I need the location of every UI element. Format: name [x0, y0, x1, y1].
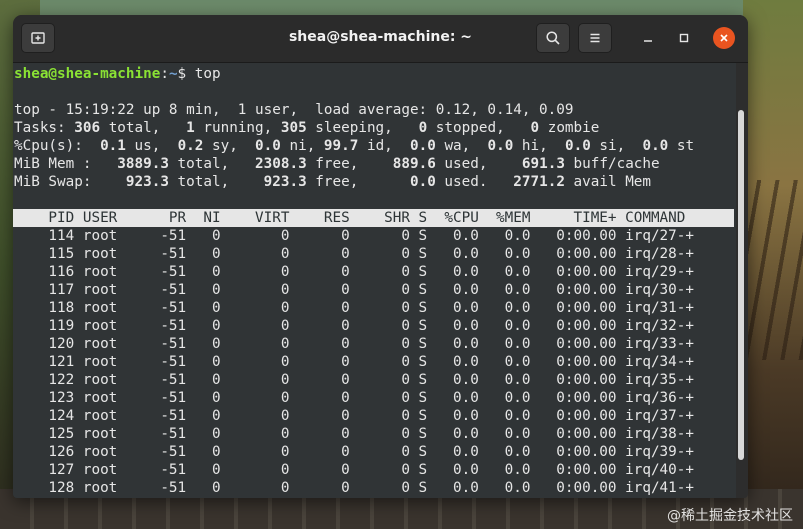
- prompt-user-host: shea@shea-machine: [14, 66, 161, 82]
- maximize-icon: [679, 33, 689, 43]
- table-row: 120 root -51 0 0 0 0 S 0.0 0.0 0:00.00 i…: [14, 336, 694, 352]
- table-row: 117 root -51 0 0 0 0 S 0.0 0.0 0:00.00 i…: [14, 282, 694, 298]
- table-row: 122 root -51 0 0 0 0 S 0.0 0.0 0:00.00 i…: [14, 372, 694, 388]
- hamburger-menu-icon: [590, 33, 600, 43]
- table-row: 119 root -51 0 0 0 0 S 0.0 0.0 0:00.00 i…: [14, 318, 694, 334]
- close-button[interactable]: [713, 27, 735, 49]
- process-table-header: PID USER PR NI VIRT RES SHR S %CPU %MEM …: [13, 209, 734, 227]
- maximize-button[interactable]: [673, 27, 695, 49]
- table-row: 124 root -51 0 0 0 0 S 0.0 0.0 0:00.00 i…: [14, 408, 694, 424]
- prompt-command: top: [194, 66, 221, 82]
- cpu-line: %Cpu(s): 0.1 us, 0.2 sy, 0.0 ni, 99.7 id…: [14, 138, 695, 154]
- table-row: 128 root -51 0 0 0 0 S 0.0 0.0 0:00.00 i…: [14, 480, 694, 496]
- search-icon: [546, 31, 560, 45]
- prompt-path: ~: [168, 66, 178, 82]
- background-bridge-rail: [743, 180, 803, 360]
- process-table-body: 114 root -51 0 0 0 0 S 0.0 0.0 0:00.00 i…: [13, 227, 736, 497]
- desktop-background: shea@shea-machine: ~ shea@shea-machine:~…: [0, 0, 803, 529]
- prompt-symbol: $: [177, 66, 187, 82]
- table-row: 121 root -51 0 0 0 0 S 0.0 0.0 0:00.00 i…: [14, 354, 694, 370]
- table-row: 118 root -51 0 0 0 0 S 0.0 0.0 0:00.00 i…: [14, 300, 694, 316]
- menu-button[interactable]: [578, 23, 612, 53]
- minimize-icon: [644, 40, 652, 42]
- table-row: 115 root -51 0 0 0 0 S 0.0 0.0 0:00.00 i…: [14, 246, 694, 262]
- terminal-window: shea@shea-machine: ~ shea@shea-machine:~…: [13, 15, 748, 498]
- top-uptime-line: top - 15:19:22 up 8 min, 1 user, load av…: [14, 102, 574, 118]
- table-row: 126 root -51 0 0 0 0 S 0.0 0.0 0:00.00 i…: [14, 444, 694, 460]
- table-row: 116 root -51 0 0 0 0 S 0.0 0.0 0:00.00 i…: [14, 264, 694, 280]
- prompt-line: shea@shea-machine:~$ top: [13, 65, 736, 83]
- close-icon: [720, 34, 728, 42]
- tasks-line: Tasks: 306 total, 1 running, 305 sleepin…: [14, 120, 600, 136]
- table-row: 125 root -51 0 0 0 0 S 0.0 0.0 0:00.00 i…: [14, 426, 694, 442]
- swap-line: MiB Swap: 923.3 total, 923.3 free, 0.0 u…: [14, 174, 652, 190]
- table-row: 127 root -51 0 0 0 0 S 0.0 0.0 0:00.00 i…: [14, 462, 694, 478]
- watermark: @稀土掘金技术社区: [667, 508, 793, 524]
- terminal-output[interactable]: shea@shea-machine:~$ top top - 15:19:22 …: [13, 63, 736, 498]
- terminal-scrollbar[interactable]: [738, 110, 744, 460]
- titlebar: shea@shea-machine: ~: [13, 15, 748, 63]
- memory-line: MiB Mem : 3889.3 total, 2308.3 free, 889…: [14, 156, 660, 172]
- minimize-button[interactable]: [637, 27, 659, 49]
- search-button[interactable]: [536, 23, 570, 53]
- table-row: 114 root -51 0 0 0 0 S 0.0 0.0 0:00.00 i…: [14, 228, 694, 244]
- table-row: 123 root -51 0 0 0 0 S 0.0 0.0 0:00.00 i…: [14, 390, 694, 406]
- prompt-separator: :: [160, 66, 169, 82]
